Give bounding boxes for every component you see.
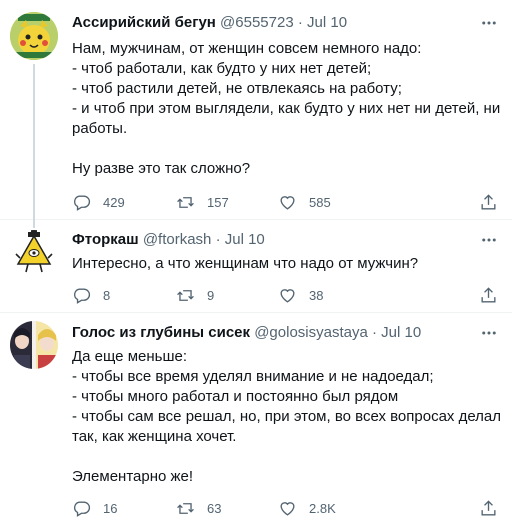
retweet-icon xyxy=(177,502,194,514)
action-bar: 429 157 585 xyxy=(72,192,498,212)
text-line: Элементарно же! xyxy=(72,468,194,485)
share-icon xyxy=(481,286,496,303)
share-icon xyxy=(481,499,496,516)
text-line: - чтобы много работал и постоянно был ря… xyxy=(72,388,399,405)
retweet-icon xyxy=(177,196,194,208)
text-line xyxy=(72,447,498,467)
like-button[interactable]: 585 xyxy=(278,192,331,212)
separator-dot: · xyxy=(372,324,377,341)
like-count: 2.8K xyxy=(309,500,336,516)
separator-dot: · xyxy=(215,231,221,248)
retweet-count: 157 xyxy=(207,194,229,210)
more-options-icon[interactable] xyxy=(480,14,498,32)
retweet-count: 63 xyxy=(207,500,222,516)
text-line: Да еще меньше: xyxy=(72,348,187,365)
text-line: работы. xyxy=(72,120,128,137)
author-name[interactable]: Ассирийский бегун xyxy=(72,14,216,31)
text-line: - чтоб растили детей, не отвлекаясь на р… xyxy=(72,80,402,97)
pikachu-avatar-icon[interactable] xyxy=(10,12,58,60)
tweet-1[interactable]: Ассирийский бегун @6555723 · Jul 10 Нам,… xyxy=(0,0,512,220)
text-line: - чтоб работали, как будто у них нет дет… xyxy=(72,60,372,77)
more-options-icon[interactable] xyxy=(480,231,498,249)
retweet-button[interactable]: 9 xyxy=(176,285,214,305)
anime-avatar-icon[interactable] xyxy=(10,321,58,369)
reply-count: 8 xyxy=(103,287,111,303)
share-button[interactable] xyxy=(479,192,498,212)
tweet-text: Интересно, а что женщинам что надо от му… xyxy=(72,254,498,274)
author-handle[interactable]: @6555723 xyxy=(220,14,294,31)
like-button[interactable]: 2.8K xyxy=(278,498,336,518)
text-line: - и чтоб при этом выглядели, как будто у… xyxy=(72,100,501,117)
text-line: - чтобы все время уделял внимание и не н… xyxy=(72,368,434,385)
like-count: 585 xyxy=(309,194,331,210)
tweet-header: Голос из глубины сисек @golosisyastaya ·… xyxy=(72,323,472,343)
action-bar: 16 63 2.8K xyxy=(72,498,498,518)
reply-button[interactable]: 16 xyxy=(72,498,117,518)
reply-icon xyxy=(74,194,91,211)
author-handle[interactable]: @golosisyastaya xyxy=(254,324,368,341)
reply-button[interactable]: 429 xyxy=(72,192,125,212)
tweet-date[interactable]: Jul 10 xyxy=(381,324,421,341)
text-line xyxy=(72,139,498,159)
text-line: Нам, мужчинам, от женщин совсем немного … xyxy=(72,40,422,57)
reply-icon xyxy=(74,287,91,304)
share-button[interactable] xyxy=(479,498,498,518)
reply-icon xyxy=(74,500,91,517)
action-bar: 8 9 38 xyxy=(72,285,498,305)
share-icon xyxy=(481,193,496,210)
author-name[interactable]: Фторкаш xyxy=(72,231,139,248)
heart-icon xyxy=(280,288,295,303)
retweet-button[interactable]: 157 xyxy=(176,192,229,212)
more-options-icon[interactable] xyxy=(480,324,498,342)
reply-count: 429 xyxy=(103,194,125,210)
bill-cipher-avatar-icon[interactable] xyxy=(10,230,58,278)
like-count: 38 xyxy=(309,287,324,303)
heart-icon xyxy=(280,501,295,516)
tweet-header: Ассирийский бегун @6555723 · Jul 10 xyxy=(72,13,472,33)
thread-connector xyxy=(33,64,35,220)
tweet-date[interactable]: Jul 10 xyxy=(225,231,265,248)
tweet-3[interactable]: Голос из глубины сисек @golosisyastaya ·… xyxy=(0,313,512,530)
text-line: Ну разве это так сложно? xyxy=(72,160,251,177)
share-button[interactable] xyxy=(479,285,498,305)
tweet-header: Фторкаш @ftorkash · Jul 10 xyxy=(72,230,472,250)
reply-button[interactable]: 8 xyxy=(72,285,110,305)
retweet-icon xyxy=(177,289,194,301)
retweet-button[interactable]: 63 xyxy=(176,498,221,518)
tweet-text: Да еще меньше: - чтобы все время уделял … xyxy=(72,347,502,487)
retweet-count: 9 xyxy=(207,287,215,303)
heart-icon xyxy=(280,195,295,210)
like-button[interactable]: 38 xyxy=(278,285,323,305)
text-line: - чтобы сам все решал, но, при этом, во … xyxy=(72,408,502,425)
thread-connector xyxy=(33,220,35,228)
tweet-date[interactable]: Jul 10 xyxy=(307,14,347,31)
separator-dot: · xyxy=(297,14,303,31)
tweet-2[interactable]: Фторкаш @ftorkash · Jul 10 Интересно, а … xyxy=(0,220,512,313)
text-line: так, как женщина хочет. xyxy=(72,428,237,445)
reply-count: 16 xyxy=(103,500,118,516)
author-handle[interactable]: @ftorkash xyxy=(143,231,212,248)
author-name[interactable]: Голос из глубины сисек xyxy=(72,324,250,341)
tweet-text: Нам, мужчинам, от женщин совсем немного … xyxy=(72,39,501,179)
text-line: Интересно, а что женщинам что надо от му… xyxy=(72,255,419,272)
